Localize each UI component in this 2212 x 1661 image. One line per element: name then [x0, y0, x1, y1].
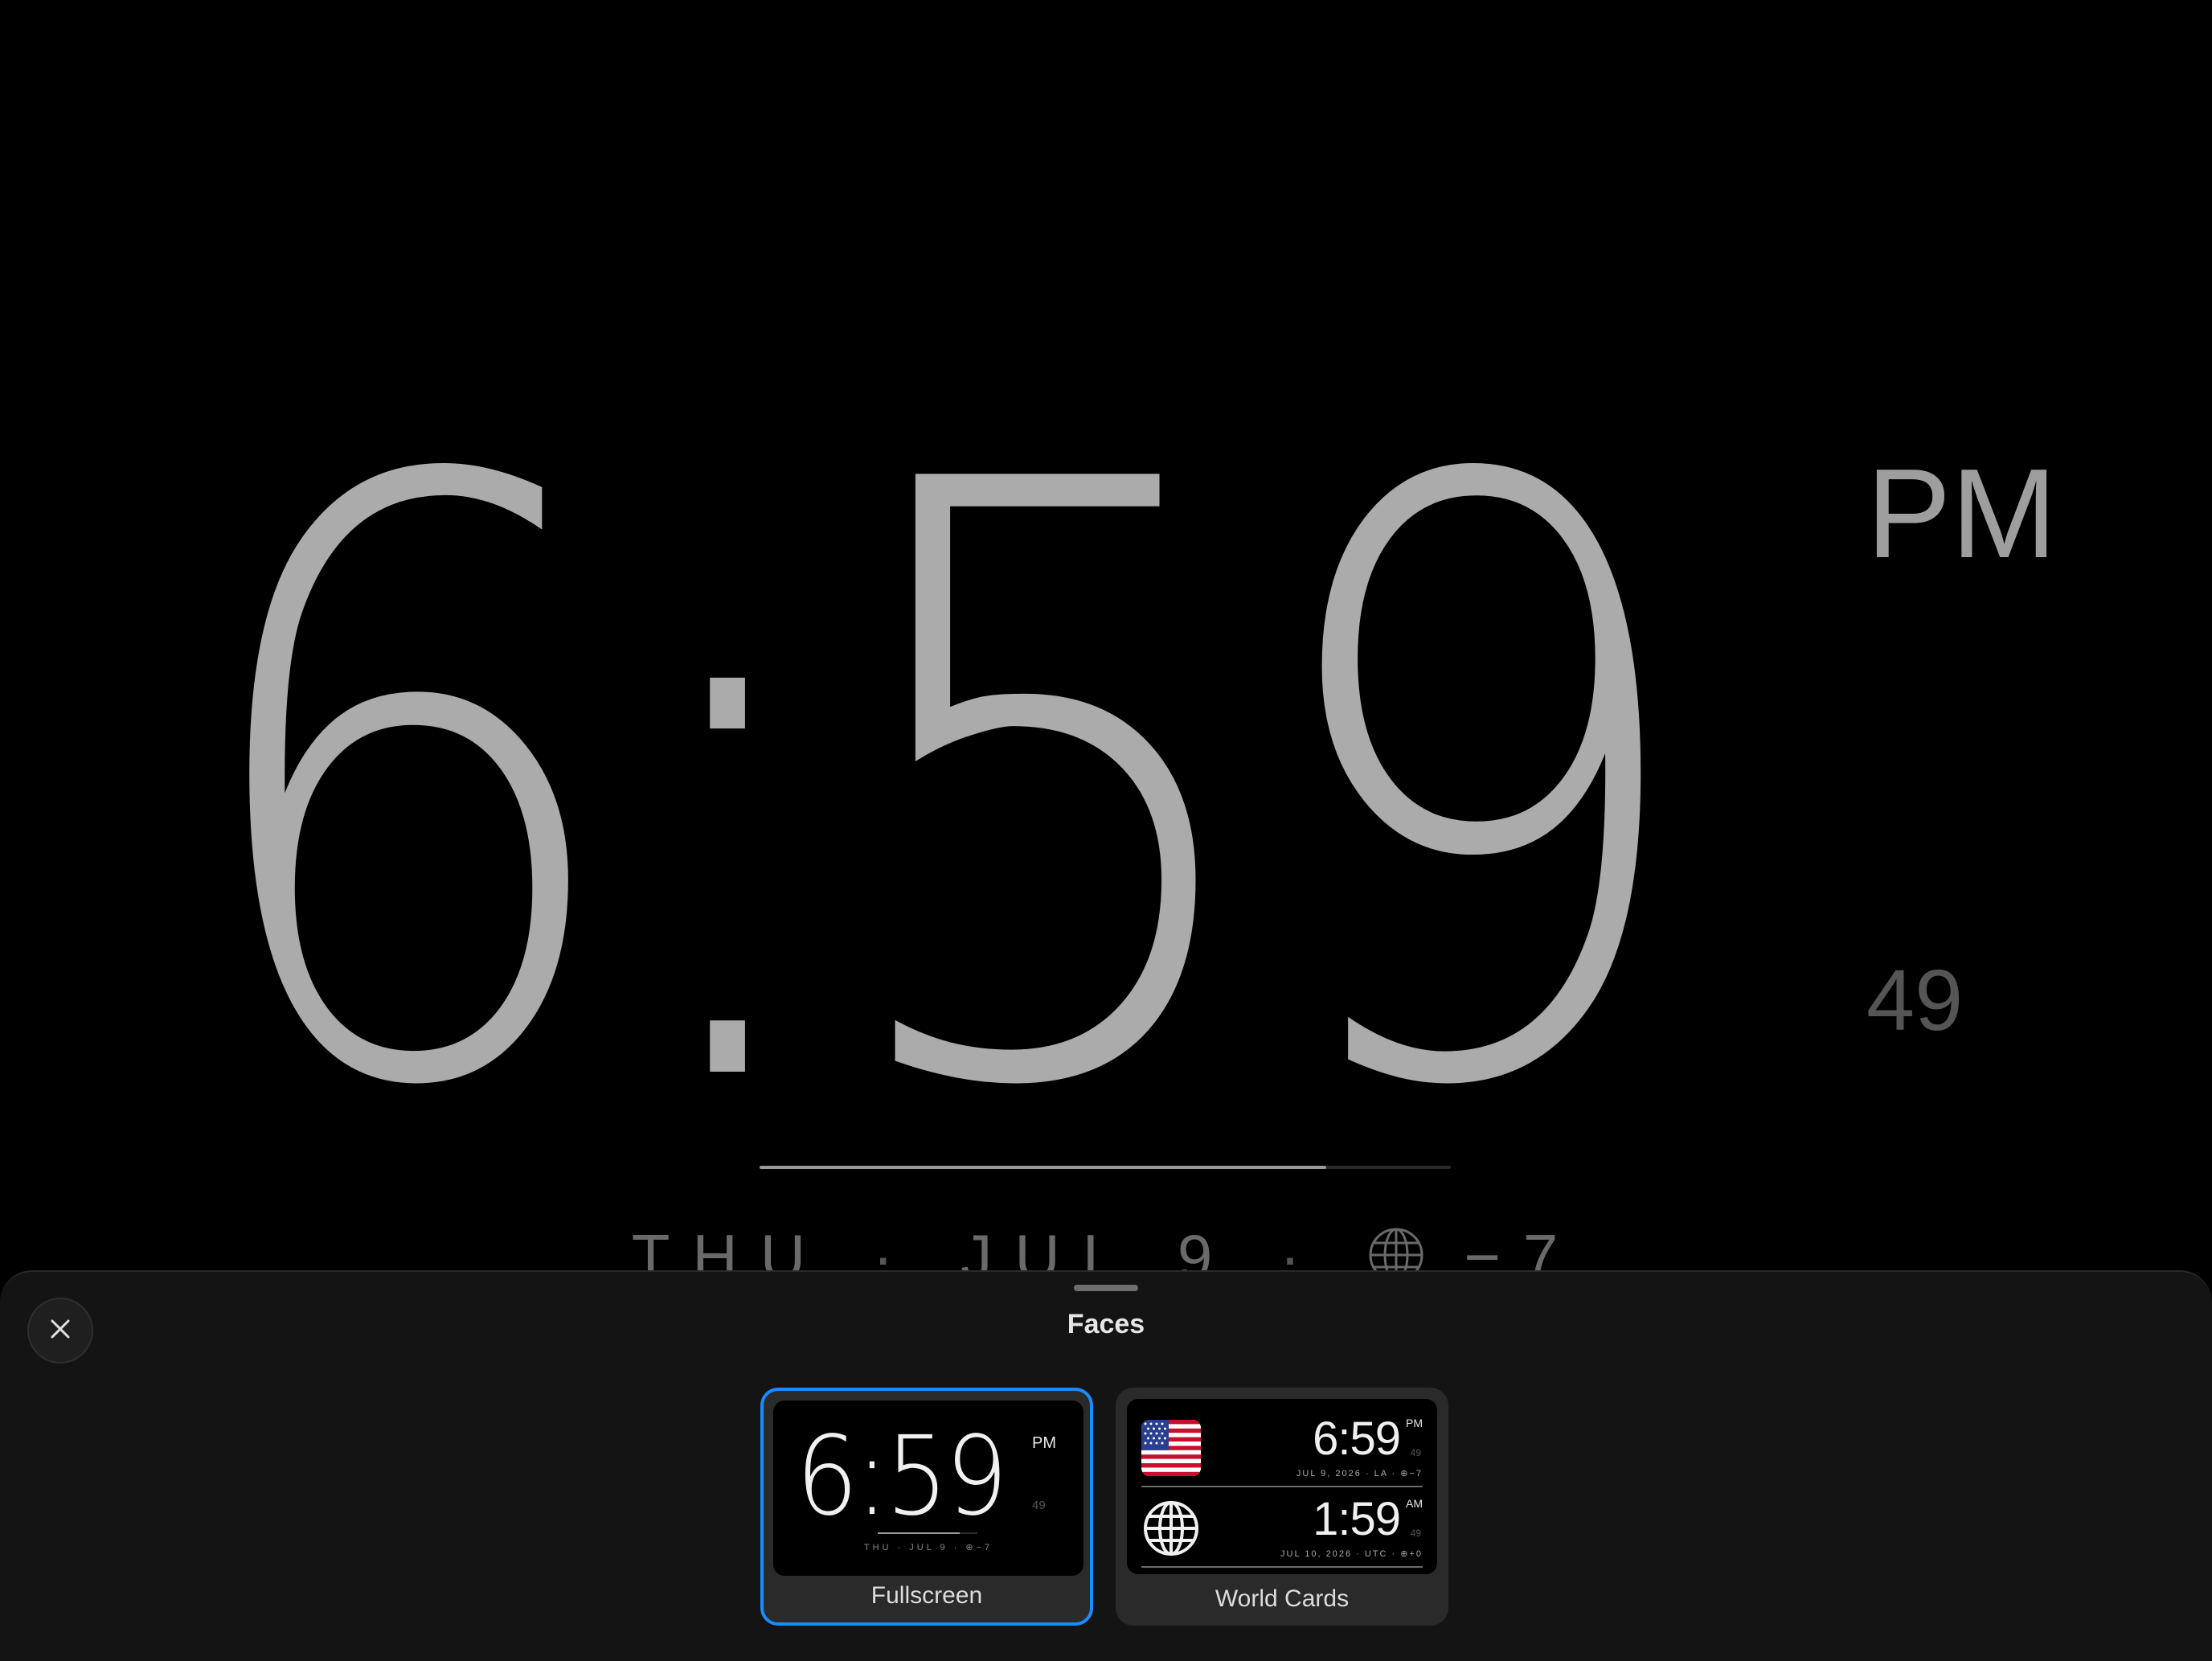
world-card-ampm: PM — [1406, 1417, 1423, 1429]
sheet-title: Faces — [1067, 1309, 1145, 1339]
minute-progress-fill — [760, 1166, 1327, 1169]
sheet-grabber[interactable] — [1074, 1285, 1138, 1291]
world-card-seconds: 49 — [1410, 1528, 1421, 1539]
face-world-cards[interactable]: 6:59 PM 49 JUL 9, 2026 · LA · ⊕−7 1:59 A… — [1116, 1388, 1448, 1626]
face-preview: 6:59 PM 49 THU · JUL 9 · ⊕−7 — [773, 1401, 1083, 1576]
world-card-row: 1:59 AM 49 JUL 10, 2026 · UTC · ⊕+0 — [1141, 1487, 1423, 1568]
clock-seconds: 49 — [1866, 951, 1964, 1048]
preview-progress-bar — [878, 1532, 977, 1534]
face-preview: 6:59 PM 49 JUL 9, 2026 · LA · ⊕−7 1:59 A… — [1127, 1399, 1437, 1574]
world-card-time: 1:59 — [1313, 1493, 1401, 1545]
preview-date: THU · JUL 9 · ⊕−7 — [863, 1543, 993, 1552]
clock-face: 6:59 PM 49 THU · JUL 9 · −7 — [0, 0, 2212, 1292]
world-card-seconds: 49 — [1410, 1447, 1421, 1458]
preview-progress-fill — [878, 1532, 960, 1534]
world-card-subtitle: JUL 10, 2026 · UTC · ⊕+0 — [1280, 1549, 1423, 1559]
us-flag-icon — [1141, 1420, 1201, 1476]
preview-seconds: 49 — [1032, 1499, 1046, 1512]
world-card-row: 6:59 PM 49 JUL 9, 2026 · LA · ⊕−7 — [1141, 1407, 1423, 1487]
preview-time: 6:59 — [796, 1413, 1008, 1540]
clock-ampm: PM — [1866, 443, 2057, 584]
minute-progress-bar — [760, 1166, 1451, 1169]
face-label: Fullscreen — [870, 1582, 983, 1609]
world-card-ampm: AM — [1406, 1497, 1423, 1510]
face-label: World Cards — [1215, 1585, 1350, 1612]
face-fullscreen[interactable]: 6:59 PM 49 THU · JUL 9 · ⊕−7 Fullscreen — [760, 1388, 1093, 1626]
clock-time: 6:59 — [181, 310, 1702, 1265]
globe-icon — [1141, 1500, 1201, 1556]
world-card-time: 6:59 — [1313, 1413, 1401, 1465]
faces-sheet: Faces 6:59 PM 49 THU · JUL 9 · ⊕−7 Fulls… — [0, 1270, 2212, 1661]
preview-ampm: PM — [1032, 1434, 1056, 1452]
world-card-subtitle: JUL 9, 2026 · LA · ⊕−7 — [1296, 1469, 1423, 1478]
